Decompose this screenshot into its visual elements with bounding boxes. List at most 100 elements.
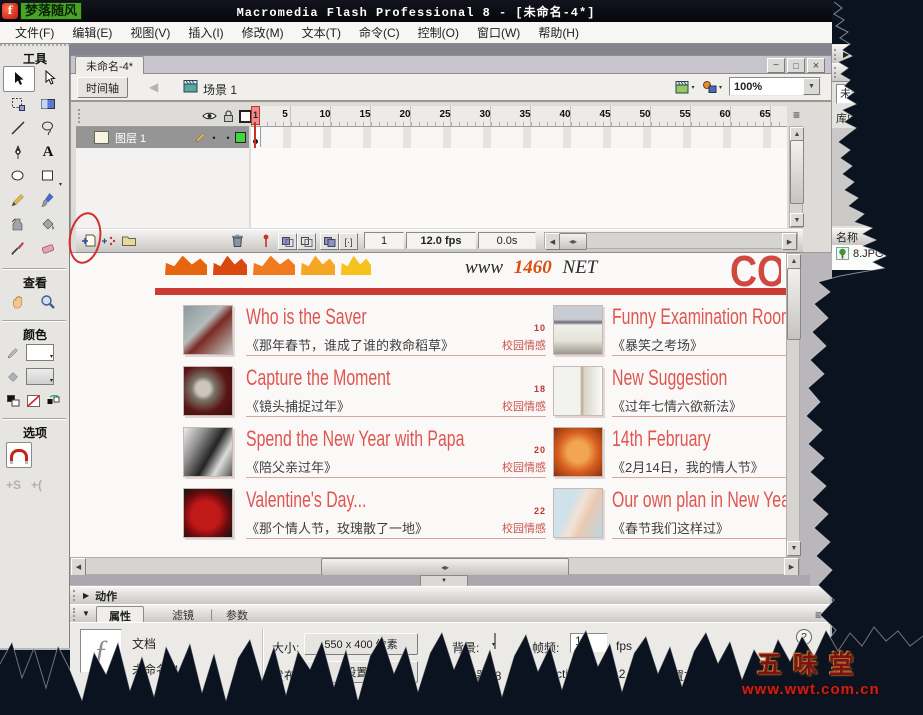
timeline-toggle-button[interactable]: 时间轴 (77, 77, 128, 98)
menu-edit[interactable]: 编辑(E) (63, 24, 121, 41)
layer-lock-dot-icon[interactable]: • (221, 133, 235, 143)
menu-file[interactable]: 文件(F) (6, 24, 63, 41)
frame-rate-input[interactable]: 12 (570, 633, 608, 653)
playhead-line[interactable] (254, 122, 256, 148)
zoom-dropdown-icon[interactable]: ▼ (803, 78, 820, 95)
timeline-vscroll-thumb[interactable] (790, 140, 804, 204)
zoom-select[interactable]: 100% ▼ (729, 77, 821, 96)
size-button[interactable]: 550 x 400 像素 (304, 633, 418, 655)
timeline-scroll-down-icon[interactable]: ▼ (790, 213, 804, 227)
properties-menu-icon[interactable]: ≡ (815, 608, 822, 622)
stage-hscrollbar[interactable]: ◀ ◂▸ ▶ (70, 557, 800, 575)
edit-scene-button[interactable]: ▾ (675, 78, 695, 96)
stage-scroll-left-icon[interactable]: ◀ (71, 558, 86, 576)
onion-skin-button[interactable] (278, 233, 297, 250)
straighten-icon[interactable]: +( (31, 478, 42, 492)
snap-to-objects-toggle[interactable] (6, 442, 32, 468)
tool-gradient-transform[interactable] (33, 92, 63, 116)
close-button[interactable]: × (807, 58, 825, 73)
publish-settings-button[interactable]: 设置... (304, 661, 418, 683)
actions-panel-header[interactable]: ▶ 动作 (70, 586, 830, 605)
lock-icon[interactable] (222, 109, 235, 123)
timeline-hscroll-thumb[interactable]: ◂▸ (559, 233, 587, 250)
stage-hscroll-thumb[interactable]: ◂▸ (321, 558, 569, 576)
tool-oval[interactable] (3, 164, 33, 188)
smooth-icon[interactable]: +S (6, 478, 21, 492)
onion-skin-outlines-button[interactable] (297, 233, 316, 250)
library-name-column-header[interactable]: 名称 (832, 228, 923, 246)
modify-onion-markers-button[interactable]: [·] (339, 233, 358, 250)
menu-help[interactable]: 帮助(H) (529, 24, 588, 41)
tab-parameters[interactable]: 参数 (216, 606, 258, 623)
swap-colors-button[interactable] (46, 394, 61, 407)
menu-view[interactable]: 视图(V) (121, 24, 179, 41)
properties-expanded-icon[interactable]: ▼ (82, 609, 90, 618)
edit-symbols-button[interactable]: ▾ (701, 78, 723, 96)
stage-scroll-up-icon[interactable]: ▲ (787, 254, 801, 269)
stage-vscroll-thumb[interactable] (787, 268, 801, 340)
menu-insert[interactable]: 插入(I) (179, 24, 232, 41)
tool-zoom[interactable] (33, 290, 63, 314)
timeline-vscrollbar[interactable]: ▲ ▼ (789, 126, 803, 228)
center-frame-button[interactable] (258, 232, 274, 249)
tool-hand[interactable] (3, 290, 33, 314)
tool-ink-bottle[interactable] (3, 212, 33, 236)
library-document-select[interactable]: 未命 (836, 84, 908, 104)
tool-pen[interactable] (3, 140, 33, 164)
menu-control[interactable]: 控制(O) (409, 24, 468, 41)
document-name[interactable]: 未命名-4 (132, 661, 179, 678)
layer-outline-color-swatch[interactable] (235, 132, 246, 143)
frame-rate-display[interactable]: 12.0 fps (406, 232, 476, 249)
tool-subselection[interactable] (35, 66, 65, 90)
timeline-hscrollbar[interactable]: ◀ ◂▸ ▶ (544, 232, 798, 249)
timeline-scroll-up-icon[interactable]: ▲ (790, 127, 804, 141)
profile-info[interactable]: 配置文件: 默认... (660, 667, 749, 684)
tool-brush[interactable] (33, 188, 63, 212)
minimize-button[interactable]: − (767, 58, 785, 73)
add-motion-guide-button[interactable] (100, 232, 118, 249)
document-tab[interactable]: 未命名-4* (75, 56, 144, 75)
menu-modify[interactable]: 修改(M) (233, 24, 293, 41)
tool-lasso[interactable] (33, 116, 63, 140)
stage-scroll-down-icon[interactable]: ▼ (787, 541, 801, 556)
show-hide-eye-icon[interactable] (202, 109, 217, 123)
restore-button[interactable]: □ (787, 58, 805, 73)
help-icon[interactable]: ? (796, 629, 812, 645)
keyframe-cell[interactable] (251, 127, 261, 147)
tool-line[interactable] (3, 116, 33, 140)
timeline-scroll-left-icon[interactable]: ◀ (545, 233, 560, 250)
background-color-swatch[interactable]: ▾ (494, 633, 496, 649)
tool-eyedropper[interactable] (3, 236, 33, 260)
timeline-menu-icon[interactable]: ≡ (793, 108, 800, 122)
layer-name[interactable]: 图层 1 (115, 130, 194, 146)
frame-ruler[interactable]: 5 10 15 20 25 30 35 40 45 50 55 60 65 1 (251, 106, 787, 127)
delete-layer-button[interactable] (228, 232, 246, 249)
layer-frames-strip[interactable] (251, 127, 787, 149)
menu-text[interactable]: 文本(T) (293, 24, 350, 41)
library-item-row[interactable]: 8.JPG (832, 245, 923, 262)
tool-eraser[interactable] (33, 236, 63, 260)
stage-canvas[interactable]: www 1460 NET CON Who is the Saver 《那年春节，… (70, 253, 786, 557)
tool-text[interactable]: A (33, 140, 63, 164)
collapsed-side-panel-header[interactable]: ▶ (832, 45, 923, 64)
timeline-scroll-right-icon[interactable]: ▶ (782, 233, 797, 250)
fill-color-swatch[interactable]: ▾ (26, 368, 54, 385)
back-arrow-icon[interactable]: ◀ (149, 80, 158, 94)
tool-rectangle[interactable]: ▾ (33, 164, 63, 188)
tool-pencil[interactable] (3, 188, 33, 212)
tab-filters[interactable]: 滤镜 (162, 606, 204, 623)
stage-scroll-right-icon[interactable]: ▶ (784, 558, 799, 576)
tool-free-transform[interactable] (3, 92, 33, 116)
menu-commands[interactable]: 命令(C) (350, 24, 409, 41)
insert-folder-button[interactable] (120, 232, 138, 249)
layer-row[interactable]: 图层 1 • • (76, 127, 249, 148)
tool-selection[interactable] (3, 66, 35, 92)
library-panel-header[interactable]: ▼ (832, 63, 923, 82)
edit-multiple-frames-button[interactable] (320, 233, 339, 250)
stroke-color-swatch[interactable]: ▾ (26, 344, 54, 361)
layer-visible-dot-icon[interactable]: • (207, 133, 221, 143)
tool-paint-bucket[interactable] (33, 212, 63, 236)
menu-window[interactable]: 窗口(W) (468, 24, 529, 41)
default-colors-button[interactable] (6, 394, 21, 407)
no-color-button[interactable] (26, 394, 41, 407)
